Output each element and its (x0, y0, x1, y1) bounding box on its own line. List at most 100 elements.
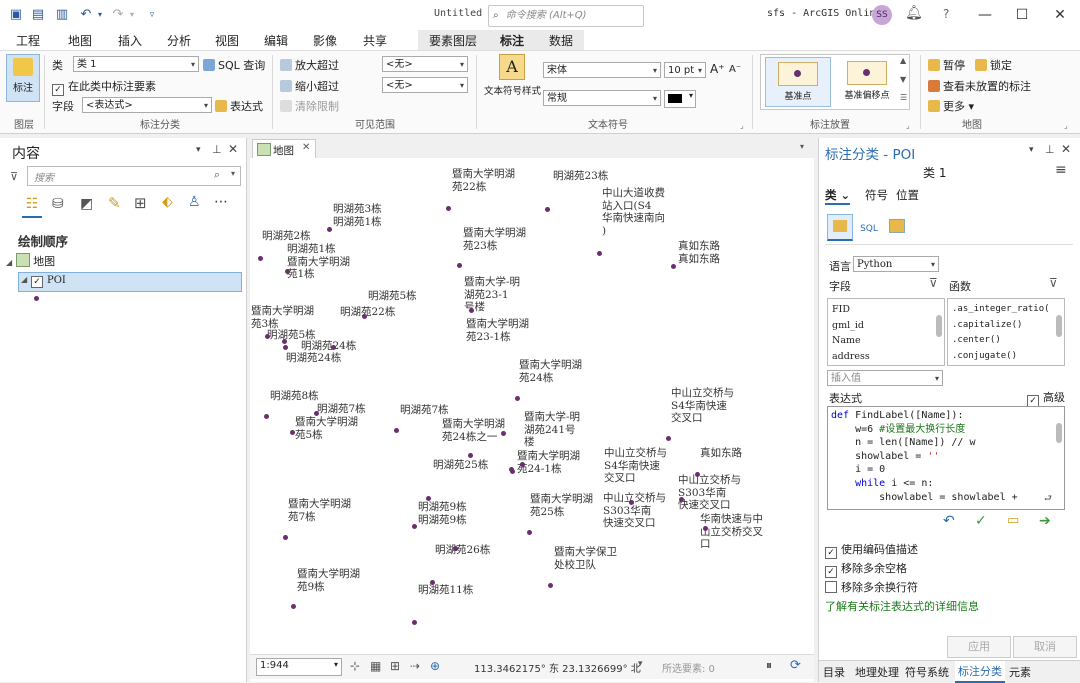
poi-point[interactable] (666, 436, 671, 441)
scrollbar[interactable] (1056, 315, 1062, 337)
open-project-icon[interactable]: ▤ (30, 7, 46, 23)
dialog-launcher-icon[interactable]: ⌟ (740, 121, 744, 130)
font-size-select[interactable]: 10 pt ▾ (664, 62, 706, 78)
pin-icon[interactable]: ⊥ (1045, 143, 1055, 156)
navigation-icon[interactable]: ⊕ (430, 659, 440, 673)
font-family-select[interactable]: 宋体 ▾ (543, 62, 661, 78)
poi-point[interactable] (515, 396, 520, 401)
close-window-button[interactable]: ✕ (1045, 4, 1075, 26)
function-item[interactable]: .conjugate() (952, 349, 1050, 365)
poi-point[interactable] (501, 431, 506, 436)
charts-icon[interactable]: ♙ (188, 194, 201, 210)
tab-list-icon[interactable]: ▾ (800, 142, 804, 151)
field-item[interactable]: Name (832, 333, 870, 349)
tab-data[interactable]: 数据 (549, 32, 573, 49)
filter-icon[interactable]: ⊽ (10, 170, 18, 183)
subtab-symbol[interactable]: 符号 (865, 187, 888, 203)
poi-point[interactable] (548, 583, 553, 588)
expression-button[interactable]: 表达式 (215, 98, 263, 114)
lock-labels-button[interactable]: 锁定 (975, 57, 1012, 73)
language-select[interactable]: Python ▾ (853, 256, 939, 272)
function-item[interactable]: .center() (952, 333, 1050, 349)
sql-mode-icon[interactable]: SQL (857, 214, 881, 238)
poi-point[interactable] (453, 546, 458, 551)
poi-point[interactable] (331, 345, 336, 350)
poi-point[interactable] (457, 263, 462, 268)
map-tree-node[interactable]: ◢ 地图 (6, 253, 55, 271)
layer-poi-node[interactable]: ◢ ✓ POI (18, 272, 242, 292)
more-button[interactable]: 更多 ▾ (928, 98, 974, 114)
map-tab[interactable]: 地图 ✕ (252, 139, 316, 158)
poi-point[interactable] (265, 334, 270, 339)
tab-share[interactable]: 共享 (363, 32, 387, 49)
command-search-input[interactable]: ⌕ 命令搜索 (Alt+Q) (488, 5, 644, 27)
functions-filter-icon[interactable]: ⊽ (1049, 276, 1058, 290)
chevron-down-icon[interactable]: ▾ (638, 659, 643, 669)
poi-point[interactable] (291, 604, 296, 609)
expression-mode-icon[interactable] (827, 214, 853, 241)
poi-point[interactable] (469, 308, 474, 313)
tab-project[interactable]: 工程 (16, 32, 40, 49)
poi-point[interactable] (545, 207, 550, 212)
poi-point[interactable] (426, 496, 431, 501)
function-item[interactable]: .capitalize() (952, 318, 1050, 334)
dialog-launcher-icon[interactable]: ⌟ (906, 121, 910, 130)
poi-point[interactable] (509, 467, 514, 472)
poi-point[interactable] (282, 339, 287, 344)
redo-dropdown-icon[interactable]: ▾ (124, 7, 140, 23)
poi-point[interactable] (430, 580, 435, 585)
poi-point[interactable] (283, 535, 288, 540)
tab-labeling[interactable]: 标注 (500, 32, 525, 52)
avatar[interactable]: SS (872, 5, 892, 25)
scrollbar[interactable] (1056, 423, 1062, 443)
class-select[interactable]: 类 1 ▾ (73, 56, 199, 72)
close-pane-icon[interactable]: ✕ (228, 142, 238, 156)
apply-button[interactable]: 应用 (947, 636, 1011, 658)
constraints-icon[interactable]: ⇢ (410, 659, 420, 673)
poi-point[interactable] (679, 497, 684, 502)
tab-insert[interactable]: 插入 (118, 32, 142, 49)
tab-feature-layer[interactable]: 要素图层 (429, 32, 477, 49)
snapping-toggle-icon[interactable]: ⊞ (390, 659, 400, 673)
poi-point[interactable] (285, 269, 290, 274)
data-source-icon[interactable]: ⛁ (52, 196, 64, 212)
map-canvas[interactable]: 暨南大学明湖 苑22栋 明湖苑23栋 中山大道收费 站入口(S4 华南快速南向 ) 明… (250, 158, 812, 652)
offset-point-option[interactable]: 基准偏移点 (835, 57, 899, 105)
base-point-option[interactable]: 基准点 (765, 57, 831, 107)
poi-point[interactable] (520, 462, 525, 467)
sql-query-button[interactable]: SQL 查询 (203, 57, 265, 73)
zoom-out-beyond-button[interactable]: 缩小超过 (280, 78, 339, 94)
tab-geoprocessing[interactable]: 地理处理 (855, 664, 899, 680)
maximize-button[interactable]: ☐ (1007, 4, 1037, 26)
poi-point[interactable] (468, 453, 473, 458)
poi-point[interactable] (283, 345, 288, 350)
more-options-icon[interactable]: ⋯ (214, 194, 228, 210)
min-scale-select[interactable]: <无> ▾ (382, 56, 468, 72)
expression-editor[interactable]: def FindLabel([Name]): w=6 #设置最大换行长度 n =… (827, 406, 1065, 510)
minimize-button[interactable]: — (970, 4, 1000, 26)
refresh-icon[interactable]: ⟳ (790, 658, 801, 673)
gallery-scroll-down-icon[interactable]: ▼ (900, 75, 906, 84)
field-select[interactable]: <表达式> ▾ (82, 97, 212, 113)
poi-point[interactable] (314, 411, 319, 416)
tab-catalog[interactable]: 目录 (823, 664, 845, 680)
label-toggle-button[interactable]: 标注 (6, 54, 40, 102)
dialog-launcher-icon[interactable]: ⌟ (1064, 121, 1068, 130)
scrollbar[interactable] (936, 315, 942, 337)
fields-filter-icon[interactable]: ⊽ (929, 276, 938, 290)
use-coded-values-checkbox[interactable]: ✓ 使用编码值描述 (825, 541, 918, 559)
poi-point[interactable] (264, 414, 269, 419)
layer-visibility-checkbox[interactable]: ✓ (31, 276, 43, 288)
pin-icon[interactable]: ⊥ (212, 143, 222, 156)
verify-expression-icon[interactable]: ✓ (975, 513, 987, 529)
poi-point[interactable] (703, 526, 708, 531)
contents-search-input[interactable]: 搜索 ⌕ ▾ (27, 166, 241, 186)
field-item[interactable]: address (832, 349, 870, 365)
advanced-checkbox[interactable]: ✓ 高级 (1027, 389, 1065, 407)
pause-drawing-icon[interactable]: ⏸︎ (766, 658, 772, 673)
tab-imagery[interactable]: 影像 (313, 32, 337, 49)
grid-icon[interactable]: ▦ (370, 659, 381, 673)
poi-point[interactable] (412, 620, 417, 625)
tab-element[interactable]: 元素 (1009, 664, 1031, 680)
clear-limits-button[interactable]: 清除限制 (280, 98, 339, 114)
